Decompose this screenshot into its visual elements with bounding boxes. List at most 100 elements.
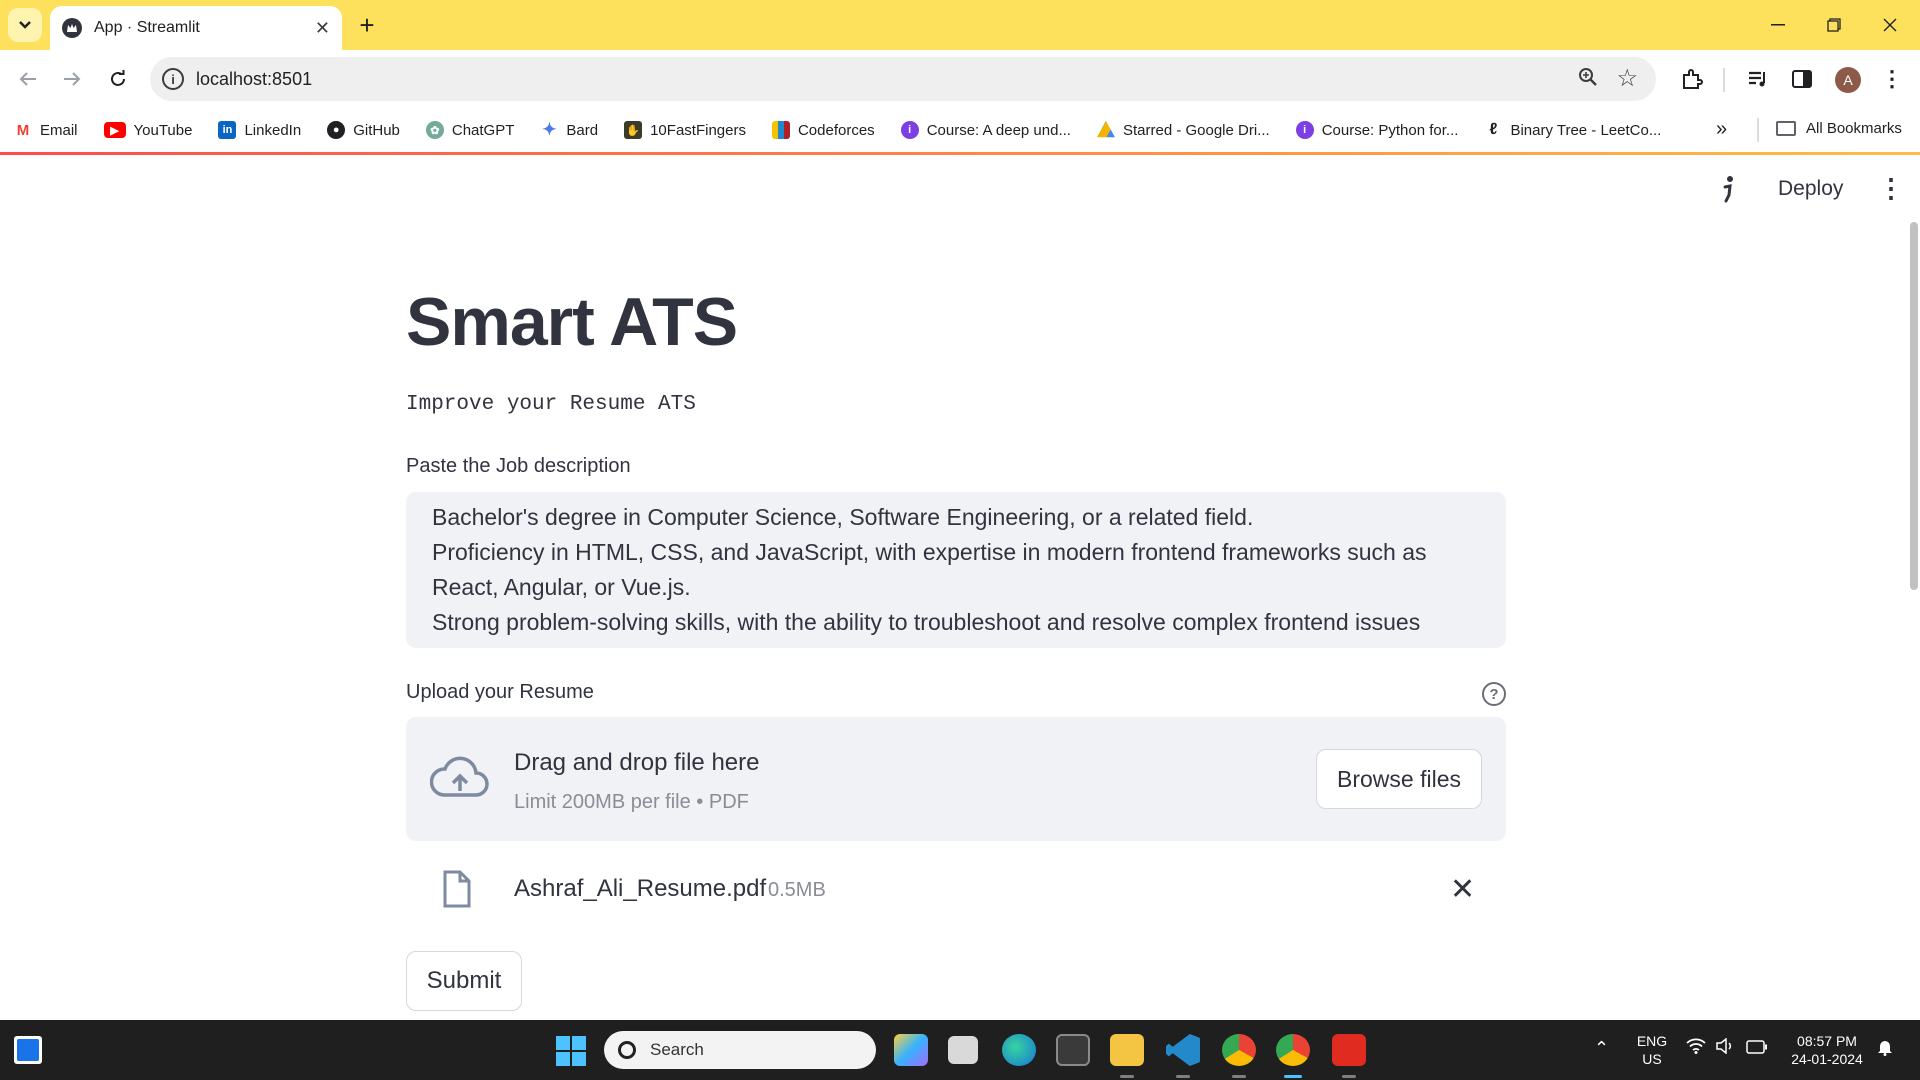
file-dropzone[interactable]: Drag and drop file here Limit 200MB per … [406,717,1506,841]
chevron-up-icon[interactable]: ⌃ [1594,1038,1609,1059]
chatgpt-icon: ✿ [425,121,444,139]
all-bookmarks-label: All Bookmarks [1806,120,1902,137]
tab-search-button[interactable] [8,8,42,42]
profile-avatar[interactable]: A [1835,67,1861,93]
browser-menu-icon[interactable]: ⋮ [1876,63,1908,95]
reload-icon [111,70,125,86]
close-window-button[interactable] [1862,0,1918,50]
browser-tab-strip: App · Streamlit ✕ + [0,0,1920,50]
github-icon: ● [327,121,346,139]
bookmark-label: YouTube [133,121,193,139]
windows-taskbar: Search ⌃ ENG US 08:57 PM 24-01-2024 [0,1020,1920,1080]
close-tab-icon[interactable]: ✕ [315,18,330,39]
widgets-icon[interactable] [14,1036,42,1064]
bookmark-chatgpt[interactable]: ✿ ChatGPT [425,121,515,139]
linkedin-icon: in [218,121,237,139]
bookmark-leetcode[interactable]: ℓ Binary Tree - LeetCo... [1484,121,1661,139]
bookmark-10fastfingers[interactable]: ✋ 10FastFingers [624,121,746,139]
active-app-indicator [1284,1075,1302,1078]
help-icon[interactable]: ? [1482,682,1506,706]
address-bar[interactable]: i localhost:8501 ☆ [150,57,1656,101]
task-view-icon[interactable] [948,1036,978,1064]
clock-time: 08:57 PM [1797,1033,1857,1049]
extensions-icon[interactable] [1676,63,1708,95]
browse-files-button[interactable]: Browse files [1316,749,1482,809]
side-panel-icon[interactable] [1786,63,1818,95]
notification-bell-icon[interactable] [1876,1038,1894,1061]
streamlit-crown-icon [62,18,82,38]
wifi-icon[interactable] [1686,1038,1706,1059]
site-info-icon[interactable]: i [162,68,184,90]
bookmark-label: Course: A deep und... [926,121,1071,139]
remove-file-icon[interactable]: ✕ [1450,872,1475,907]
arrow-right-icon [64,72,81,86]
cloud-upload-icon [430,756,489,797]
new-tab-button[interactable]: + [352,10,382,40]
taskbar-search[interactable]: Search [604,1031,876,1069]
language-code: ENG [1636,1033,1668,1049]
bookmark-star-icon[interactable]: ☆ [1616,64,1638,93]
volume-icon[interactable] [1716,1037,1734,1059]
toolbar-divider [1723,68,1725,92]
language-indicator[interactable]: ENG US [1632,1020,1672,1080]
reload-button[interactable] [102,63,134,95]
battery-icon[interactable] [1746,1038,1768,1059]
bookmark-bard[interactable]: ✦ Bard [540,120,599,139]
textarea-line: effectively. [432,640,1480,648]
course-icon: i [1295,121,1314,139]
chrome-profile-a-icon[interactable] [1276,1034,1310,1066]
arrow-left-icon [19,72,36,86]
clock-date: 24-01-2024 [1791,1051,1863,1067]
forward-button[interactable] [56,63,88,95]
minimize-button[interactable] [1750,0,1806,50]
10fastfingers-icon: ✋ [624,121,643,139]
file-explorer-icon[interactable] [1110,1034,1144,1066]
bookmark-email[interactable]: M Email [14,121,78,139]
back-button[interactable] [12,63,44,95]
edge-icon[interactable] [1002,1034,1036,1066]
google-drive-icon [1096,121,1115,138]
minimize-icon [1771,24,1785,26]
file-icon [443,870,471,908]
bookmark-course-deep[interactable]: i Course: A deep und... [900,121,1071,139]
running-man-icon [1723,176,1733,203]
job-description-textarea[interactable]: Bachelor's degree in Computer Science, S… [406,492,1506,648]
textarea-line: Strong problem-solving skills, with the … [432,609,1421,635]
main-menu-icon[interactable]: ⋮ [1878,175,1904,201]
close-icon [1883,18,1897,32]
bookmark-youtube[interactable]: ▶ YouTube [103,121,193,139]
bookmark-linkedin[interactable]: in LinkedIn [218,121,301,139]
clock[interactable]: 08:57 PM 24-01-2024 [1782,1020,1872,1080]
course-icon: i [900,121,919,139]
bookmarks-divider [1757,118,1759,142]
bookmark-label: Bard [566,121,599,139]
copilot-icon[interactable] [894,1034,928,1066]
bookmark-label: Email [40,121,78,139]
zoom-icon[interactable] [1578,67,1598,93]
acrobat-icon[interactable] [1332,1034,1366,1066]
windows-start-icon[interactable] [556,1036,586,1066]
restore-icon [1827,18,1841,32]
terminal-icon[interactable] [1056,1034,1090,1066]
bookmark-github[interactable]: ● GitHub [327,121,400,139]
deploy-button[interactable]: Deploy [1778,177,1843,201]
media-control-icon[interactable] [1742,63,1774,95]
drop-instruction: Drag and drop file here [514,749,760,776]
more-bookmarks-icon[interactable]: » [1716,118,1727,141]
restore-button[interactable] [1806,0,1862,50]
running-indicator [1120,1075,1134,1078]
submit-button[interactable]: Submit [406,951,522,1011]
chevron-down-icon [19,21,31,29]
upload-label: Upload your Resume [406,681,594,703]
vscode-icon[interactable] [1166,1034,1200,1066]
all-bookmarks-button[interactable]: All Bookmarks [1776,120,1902,137]
bookmark-codeforces[interactable]: Codeforces [771,121,875,139]
bookmark-google-drive[interactable]: Starred - Google Dri... [1096,121,1270,139]
page-scrollbar[interactable] [1910,222,1918,590]
job-description-label: Paste the Job description [406,455,631,477]
active-tab[interactable]: App · Streamlit ✕ [50,6,342,50]
textarea-line: Bachelor's degree in Computer Science, S… [432,504,1254,530]
bookmark-label: ChatGPT [451,121,515,139]
chrome-profile-k-icon[interactable] [1222,1034,1256,1066]
bookmark-course-python[interactable]: i Course: Python for... [1295,121,1458,139]
